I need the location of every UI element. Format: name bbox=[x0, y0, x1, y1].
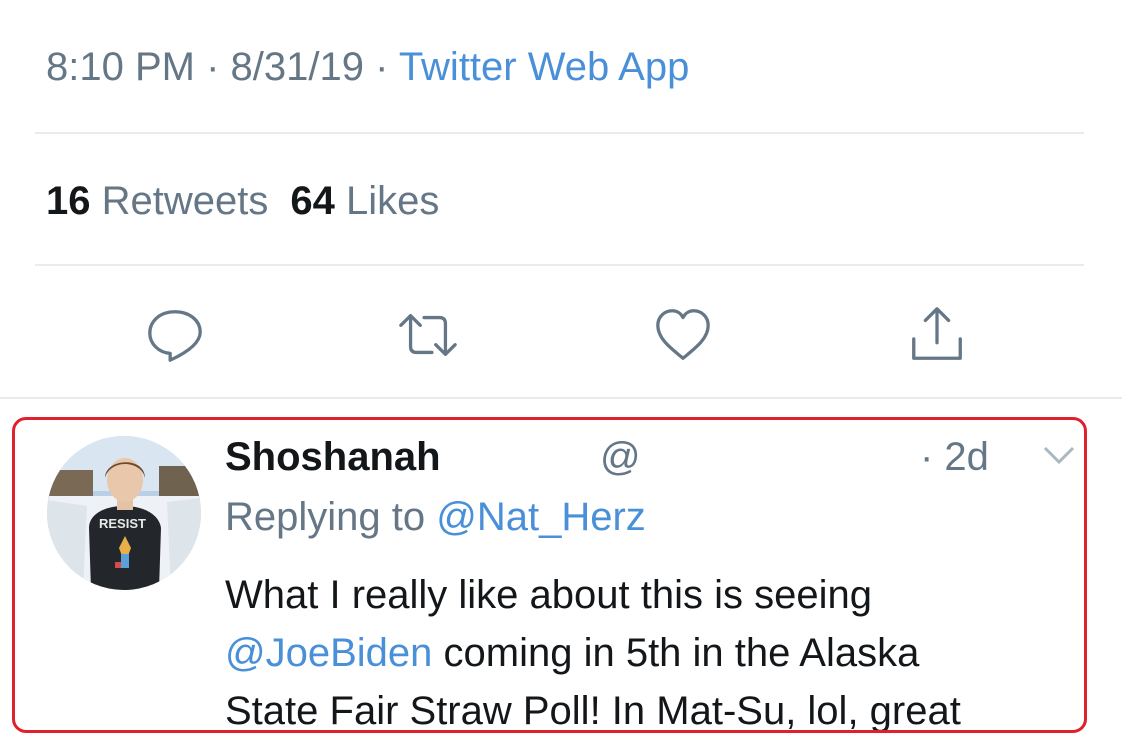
retweets-label: Retweets bbox=[101, 179, 269, 223]
retweet-button[interactable] bbox=[393, 300, 463, 370]
meta-separator: · bbox=[363, 45, 399, 89]
reply-body: What I really like about this is seeing … bbox=[225, 566, 1084, 733]
avatar-shirt-text: RESIST bbox=[99, 516, 146, 531]
likes-label: Likes bbox=[346, 179, 440, 223]
reply-author-name[interactable]: Shoshanah bbox=[225, 432, 441, 482]
tweet-time: 8:10 PM bbox=[46, 45, 195, 89]
divider bbox=[0, 397, 1122, 399]
replying-to-mention-link[interactable]: @Nat_Herz bbox=[436, 495, 646, 539]
reply-body-text: coming in 5th in the Alaska bbox=[432, 631, 920, 675]
tweet-options-button[interactable] bbox=[1041, 442, 1081, 472]
reply-timestamp[interactable]: · 2d bbox=[920, 432, 989, 482]
divider bbox=[35, 132, 1084, 134]
divider bbox=[35, 264, 1084, 266]
mention-link[interactable]: @JoeBiden bbox=[225, 631, 432, 675]
reply-button[interactable] bbox=[140, 300, 210, 370]
retweets-count: 16 bbox=[46, 179, 91, 223]
reply-body-line: State Fair Straw Poll! In Mat-Su, lol, g… bbox=[225, 689, 961, 733]
like-icon bbox=[656, 309, 710, 360]
reply-icon bbox=[148, 310, 202, 362]
like-button[interactable] bbox=[648, 300, 718, 370]
retweet-icon bbox=[399, 313, 457, 357]
chevron-down-icon bbox=[1043, 446, 1075, 465]
share-icon bbox=[912, 307, 962, 360]
tweet-date: 8/31/19 bbox=[230, 45, 364, 89]
replying-to: Replying to @Nat_Herz bbox=[225, 492, 646, 542]
tweet-action-bar bbox=[0, 300, 1122, 370]
retweets-stat[interactable]: 16 Retweets bbox=[46, 179, 268, 223]
meta-separator: · bbox=[194, 45, 231, 89]
reply-body-line: @JoeBiden coming in 5th in the Alaska bbox=[225, 624, 1084, 682]
share-button[interactable] bbox=[902, 300, 972, 370]
reply-author-handle[interactable]: @ bbox=[600, 432, 641, 482]
highlighted-reply-tweet[interactable]: RESIST Shoshanah @ · 2d Replying to @Nat… bbox=[12, 417, 1087, 733]
likes-count: 64 bbox=[290, 179, 335, 223]
avatar[interactable]: RESIST bbox=[47, 436, 201, 590]
replying-prefix: Replying to bbox=[225, 495, 437, 539]
avatar-photo: RESIST bbox=[47, 436, 201, 590]
tweet-stats: 16 Retweets 64 Likes bbox=[46, 174, 439, 228]
likes-stat[interactable]: 64 Likes bbox=[290, 179, 439, 223]
tweet-meta: 8:10 PM · 8/31/19 · Twitter Web App bbox=[46, 40, 689, 94]
tweet-source-link[interactable]: Twitter Web App bbox=[399, 45, 690, 89]
reply-body-line: What I really like about this is seeing bbox=[225, 573, 872, 617]
